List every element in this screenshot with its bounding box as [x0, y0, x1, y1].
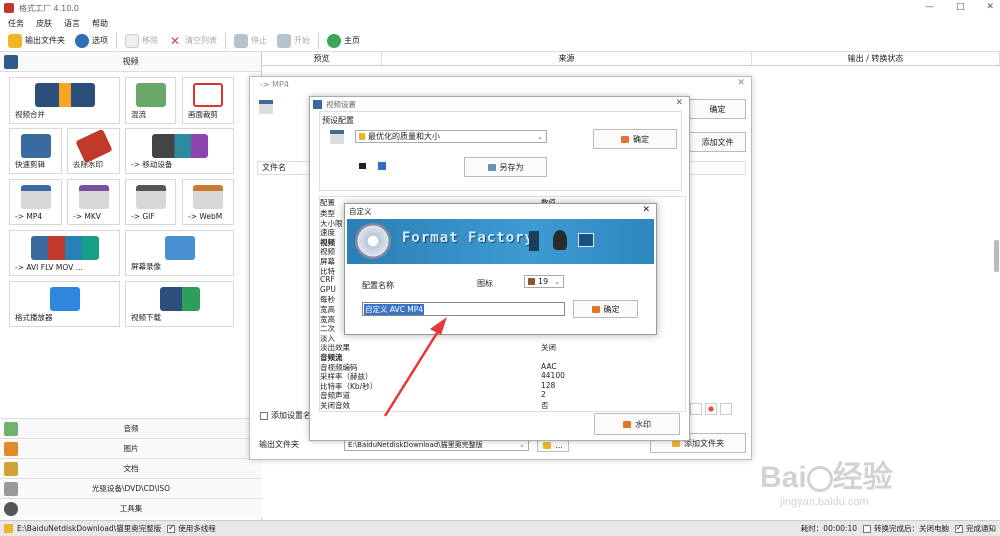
after-convert-label: 转换完成后：关闭电脑: [874, 524, 949, 533]
baidu-watermark: Bai 经验 jingyan.baidu.com: [760, 461, 893, 508]
folder-icon: [4, 524, 13, 533]
notify-checkbox[interactable]: [955, 523, 963, 533]
notify-label: 完成通知: [966, 524, 996, 533]
shutdown-checkbox[interactable]: [863, 524, 871, 533]
multithread-label: 使用多线程: [178, 524, 216, 533]
status-bar: E:\BaiduNetdiskDownload\猫里奥完整版 使用多线程 耗时：…: [0, 520, 1000, 536]
elapsed-time: 耗时：00:00:10: [800, 524, 857, 533]
status-path[interactable]: E:\BaiduNetdiskDownload\猫里奥完整版: [17, 523, 161, 534]
multithread-checkbox[interactable]: [167, 523, 176, 533]
